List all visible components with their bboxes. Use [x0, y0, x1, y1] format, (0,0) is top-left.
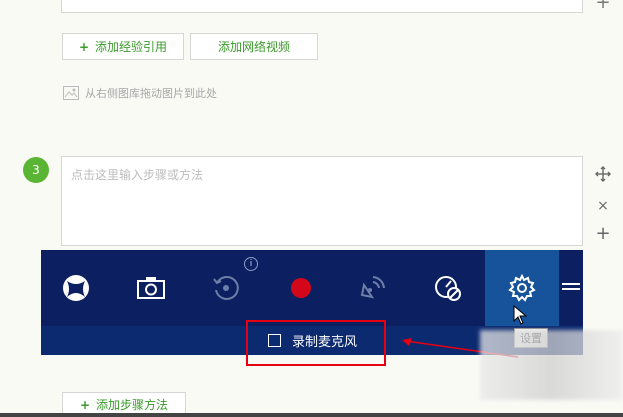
- xbox-button[interactable]: [41, 250, 111, 326]
- image-drop-hint: 从右侧图库拖动图片到此处: [63, 85, 217, 101]
- step-number: 3: [32, 163, 40, 177]
- image-icon: [63, 86, 79, 100]
- game-bar: i: [41, 250, 583, 326]
- record-mic-option[interactable]: 录制麦克风: [268, 331, 357, 350]
- info-icon[interactable]: i: [244, 257, 258, 271]
- screenshot-button[interactable]: [116, 250, 186, 326]
- drag-handle[interactable]: [562, 280, 580, 296]
- add-step-label: 添加步骤方法: [96, 398, 169, 412]
- image-hint-text: 从右侧图库拖动图片到此处: [85, 87, 217, 100]
- performance-button[interactable]: [413, 250, 483, 326]
- record-mic-checkbox[interactable]: [268, 334, 281, 347]
- bottom-edge: [0, 413, 623, 417]
- step-number-badge: 3: [23, 157, 49, 183]
- step-input-placeholder: 点击这里输入步骤或方法: [71, 168, 204, 182]
- record-icon: [291, 278, 311, 298]
- blurred-area: [480, 330, 623, 400]
- step-input[interactable]: 点击这里输入步骤或方法: [61, 156, 583, 246]
- add-reference-label: 添加经验引用: [95, 40, 168, 54]
- broadcast-button[interactable]: [338, 250, 408, 326]
- plus-icon: +: [78, 39, 90, 54]
- performance-icon: [435, 276, 461, 301]
- gear-icon: [508, 274, 536, 302]
- record-button[interactable]: [266, 250, 336, 326]
- add-icon[interactable]: +: [595, 225, 611, 243]
- camera-icon: [137, 277, 165, 299]
- add-icon[interactable]: +: [595, 0, 611, 12]
- close-icon[interactable]: ×: [595, 198, 611, 214]
- xbox-icon: [63, 275, 89, 301]
- move-icon[interactable]: [595, 166, 611, 182]
- broadcast-icon: [360, 276, 385, 299]
- mouse-cursor-icon: [513, 305, 527, 325]
- previous-step-input[interactable]: [61, 0, 583, 13]
- plus-icon: +: [79, 397, 91, 412]
- add-video-label: 添加网络视频: [217, 40, 290, 54]
- recent-record-icon: [213, 276, 239, 300]
- record-mic-label: 录制麦克风: [292, 335, 358, 350]
- add-video-button[interactable]: 添加网络视频: [190, 33, 318, 60]
- add-reference-button[interactable]: + 添加经验引用: [62, 33, 184, 60]
